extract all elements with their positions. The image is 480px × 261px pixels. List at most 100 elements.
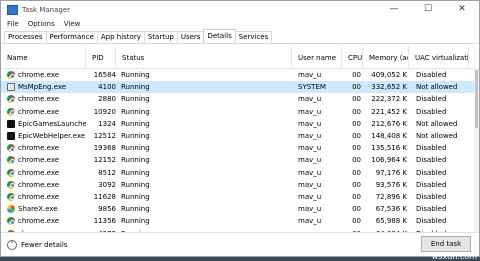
tab-users[interactable]: Users [176, 31, 205, 43]
chevron-up-icon[interactable]: ⌃ [7, 240, 17, 250]
column-header-memory[interactable]: Memory (ac... [363, 46, 409, 68]
process-user: mav_u [292, 169, 342, 177]
process-pid: 19368 [86, 144, 116, 152]
process-uac: Disabled [409, 205, 469, 213]
table-row[interactable]: EpicWebHelper.exe 12512 Running mav_u 00 148,… [1, 130, 479, 142]
process-name-text: chrome.exe [18, 95, 60, 104]
chrome-icon [7, 217, 15, 226]
process-memory: 221,452 K [363, 108, 409, 116]
column-header-name[interactable]: Name [1, 46, 86, 68]
process-status: Running [116, 95, 292, 103]
process-pid-text: 1324 [98, 119, 116, 128]
vertical-scrollbar[interactable] [474, 68, 479, 232]
process-memory-text: 106,964 K [371, 156, 407, 165]
process-uac: Disabled [409, 144, 469, 152]
maximize-button[interactable]: ☐ [411, 1, 445, 18]
table-row[interactable]: chrome.exe 19368 Running mav_u 00 135,516 K Di… [1, 142, 479, 154]
close-button[interactable]: ✕ [445, 1, 479, 18]
chrome-icon [7, 144, 15, 153]
process-cpu-text: 00 [352, 71, 361, 80]
process-pid-text: 12152 [93, 156, 116, 165]
tab-app-history[interactable]: App history [96, 31, 145, 43]
process-status-text: Running [121, 205, 150, 214]
table-row[interactable]: MsMpEng.exe 4100 Running SYSTEM 00 332,652 K N… [1, 81, 479, 94]
tab-processes[interactable]: Processes [4, 31, 47, 43]
minimize-button[interactable]: — [377, 1, 411, 18]
process-memory: 222,372 K [363, 95, 409, 103]
process-memory: 135,516 K [363, 144, 409, 152]
table-row[interactable]: chrome.exe 11628 Running mav_u 00 72,896 K Dis… [1, 191, 479, 203]
process-uac-text: Disabled [416, 205, 447, 214]
tab-startup[interactable]: Startup [143, 31, 178, 43]
process-pid: 4100 [86, 83, 116, 91]
window-title: Task Manager [22, 5, 71, 14]
process-status: Running [116, 156, 292, 164]
table-row[interactable]: EpicGamesLauncher... 1324 Running mav_u 00 21… [1, 118, 479, 130]
process-cpu: 00 [342, 169, 363, 177]
process-user: mav_u [292, 120, 342, 128]
process-name-text: EpicWebHelper.exe [18, 132, 86, 141]
process-pid: 12152 [86, 156, 116, 164]
process-memory: 65,988 K [363, 217, 409, 225]
process-cpu: 00 [342, 217, 363, 225]
process-name: MsMpEng.exe [1, 83, 86, 92]
table-row[interactable]: chrome.exe 16584 Running mav_u 00 409,052 K Di… [1, 69, 479, 81]
process-uac-text: Disabled [416, 144, 447, 153]
process-memory-text: 67,536 K [375, 205, 407, 214]
process-pid-text: 3092 [98, 180, 116, 189]
column-header-uac[interactable]: UAC virtualizati... [409, 46, 469, 68]
process-pid: 2880 [86, 95, 116, 103]
process-cpu-text: 00 [352, 132, 361, 141]
process-pid-text: 10920 [93, 107, 116, 116]
table-row[interactable]: chrome.exe 11356 Running mav_u 00 65,988 K Dis… [1, 215, 479, 227]
tab-performance[interactable]: Performance [45, 31, 98, 43]
process-pid: 10920 [86, 108, 116, 116]
process-uac-text: Disabled [416, 71, 447, 80]
process-cpu: 00 [342, 83, 363, 91]
process-user-text: mav_u [298, 71, 322, 80]
end-task-button[interactable]: End task [421, 236, 471, 252]
chrome-icon [7, 156, 15, 165]
epic-icon [7, 132, 15, 141]
process-status: Running [116, 181, 292, 189]
scrollbar-thumb[interactable] [475, 70, 478, 128]
process-uac-text: Disabled [416, 180, 447, 189]
table-row[interactable]: chrome.exe 12152 Running mav_u 00 106,964 K Di… [1, 154, 479, 166]
table-row[interactable]: chrome.exe 8512 Running mav_u 00 97,176 K Disa… [1, 167, 479, 179]
process-status-text: Running [121, 119, 150, 128]
process-memory: 332,652 K [363, 83, 409, 91]
column-header-cpu[interactable]: CPU [342, 46, 363, 68]
footer-bar: ⌃ Fewer details End task [1, 232, 479, 256]
process-pid: 9856 [86, 205, 116, 213]
table-row[interactable]: chrome.exe 3092 Running mav_u 00 93,576 K Disa… [1, 179, 479, 191]
process-name-text: ShareX.exe [18, 205, 58, 214]
chrome-icon [7, 95, 15, 104]
process-cpu-text: 00 [352, 119, 361, 128]
table-row[interactable]: chrome.exe 2880 Running mav_u 00 222,372 K Dis… [1, 93, 479, 105]
process-uac: Disabled [409, 71, 469, 79]
tab-details[interactable]: Details [203, 29, 236, 43]
process-status: Running [116, 108, 292, 116]
process-cpu-text: 00 [352, 107, 361, 116]
process-name: EpicWebHelper.exe [1, 132, 86, 141]
table-row[interactable]: ShareX.exe 9856 Running mav_u 00 67,536 K Disa… [1, 203, 479, 215]
watermark: wsxdn.com [431, 252, 477, 261]
process-name-text: chrome.exe [18, 107, 60, 116]
process-user-text: mav_u [298, 168, 322, 177]
tab-services[interactable]: Services [234, 31, 273, 43]
menu-view[interactable]: View [64, 20, 81, 28]
process-uac-text: Not allowed [416, 119, 458, 128]
menu-file[interactable]: File [7, 20, 19, 28]
column-header-pid[interactable]: PID [86, 46, 116, 68]
column-header-user[interactable]: User name [292, 46, 342, 68]
menu-options[interactable]: Options [28, 20, 55, 28]
process-uac-text: Disabled [416, 192, 447, 201]
process-memory-text: 72,896 K [375, 192, 407, 201]
process-user-text: mav_u [298, 95, 322, 104]
column-header-status[interactable]: Status [116, 46, 292, 68]
table-row[interactable]: chrome.exe 10920 Running mav_u 00 221,452 K Di… [1, 106, 479, 118]
process-status-text: Running [121, 71, 150, 80]
process-cpu-text: 00 [352, 205, 361, 214]
process-uac-text: Disabled [416, 156, 447, 165]
fewer-details-link[interactable]: Fewer details [21, 241, 67, 249]
